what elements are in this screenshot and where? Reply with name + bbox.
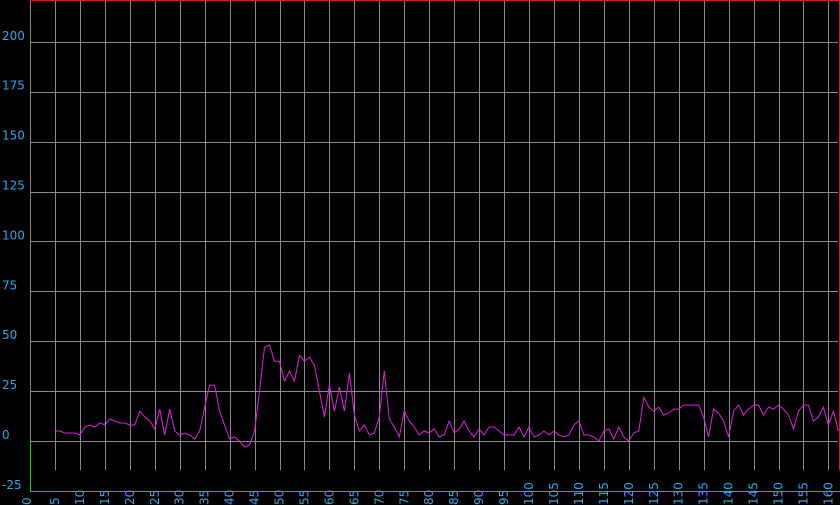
y-tick-label: 150 (2, 129, 25, 143)
x-tick-label: 125 (647, 482, 661, 505)
x-tick-label: 145 (747, 482, 761, 505)
x-tick-label: 85 (447, 490, 461, 505)
x-tick-label: 135 (697, 482, 711, 505)
x-tick-label: 5 (48, 497, 62, 505)
x-tick-label: 160 (821, 482, 835, 505)
plot-background (0, 0, 840, 505)
x-tick-label: 100 (522, 482, 536, 505)
y-tick-label: 200 (2, 29, 25, 43)
x-tick-label: 35 (198, 490, 212, 505)
x-tick-label: 70 (372, 490, 386, 505)
x-tick-label: 50 (273, 490, 287, 505)
x-tick-label: 105 (547, 482, 561, 505)
x-tick-label: 0 (20, 497, 34, 505)
x-tick-label: 20 (123, 490, 137, 505)
x-tick-label: 110 (572, 482, 586, 505)
x-tick-label: 80 (422, 490, 436, 505)
x-tick-label: 140 (722, 482, 736, 505)
x-tick-label: 30 (173, 490, 187, 505)
x-tick-label: 10 (73, 490, 87, 505)
x-tick-label: 150 (772, 482, 786, 505)
x-tick-label: 65 (347, 490, 361, 505)
x-tick-label: 155 (797, 482, 811, 505)
x-tick-label: 115 (597, 482, 611, 505)
x-tick-label: 55 (297, 490, 311, 505)
y-tick-label: -25 (2, 478, 22, 492)
x-tick-label: 95 (497, 490, 511, 505)
x-tick-label: 120 (622, 482, 636, 505)
y-tick-label: 175 (2, 79, 25, 93)
x-tick-label: 90 (472, 490, 486, 505)
x-tick-label: 130 (672, 482, 686, 505)
x-tick-label: 45 (248, 490, 262, 505)
y-tick-label: 125 (2, 179, 25, 193)
x-tick-label: 40 (223, 490, 237, 505)
y-tick-label: 25 (2, 378, 17, 392)
y-tick-label: 50 (2, 328, 17, 342)
x-tick-label: 15 (98, 490, 112, 505)
x-tick-label: 60 (322, 490, 336, 505)
y-tick-label: 100 (2, 228, 25, 242)
x-tick-label: 75 (397, 490, 411, 505)
x-tick-label: 25 (148, 490, 162, 505)
y-tick-label: 75 (2, 278, 17, 292)
y-tick-label: 0 (2, 428, 10, 442)
line-chart: 4254003753503253002752502252001751501251… (0, 0, 840, 505)
